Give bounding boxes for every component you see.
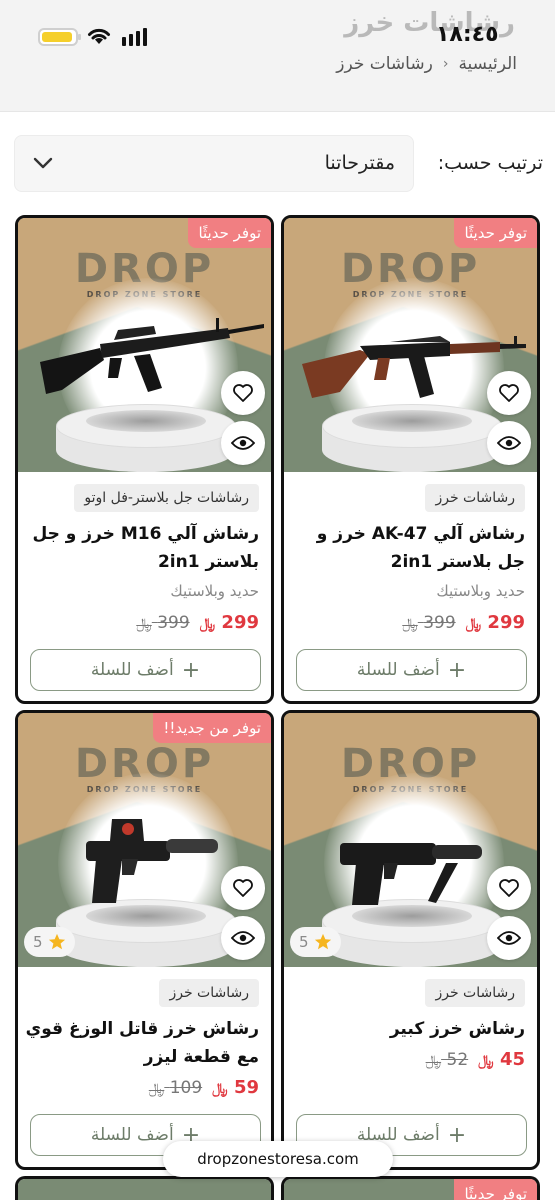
plus-icon: + [181, 657, 201, 683]
wishlist-button[interactable] [221, 866, 265, 910]
price-row: 59 ﷼ 109 ﷼ [149, 1077, 259, 1098]
wishlist-button[interactable] [221, 371, 265, 415]
star-icon [48, 933, 65, 950]
signal-icon [122, 28, 147, 46]
top-header: رشاشات خرز ١٨:٤٥ الرئيسية ‹ رشاشات خرز [0, 0, 555, 112]
current-price-value: 299 [487, 612, 525, 633]
quick-view-button[interactable] [487, 916, 531, 960]
chevron-down-icon [33, 157, 53, 169]
quick-view-button[interactable] [487, 421, 531, 465]
heart-icon [499, 879, 519, 897]
current-price-value: 59 [233, 1077, 259, 1098]
category-tag[interactable]: رشاشات خرز [159, 979, 259, 1007]
current-price: 299 ﷼ [466, 612, 525, 633]
rating-badge: 5 [24, 927, 75, 957]
product-material: حديد وبلاستيك [436, 582, 525, 600]
pistol-icon [86, 819, 218, 903]
category-tag[interactable]: رشاشات جل بلاستر-فل اوتو [74, 484, 259, 512]
current-price: 299 ﷼ [200, 612, 259, 633]
product-name[interactable]: رشاش آلي M16 خرز و جل بلاستر 2in1 [23, 520, 259, 576]
add-to-cart-button[interactable]: + أضف للسلة [30, 649, 261, 691]
price-row: 299 ﷼ 399 ﷼ [136, 612, 259, 633]
product-badge: توفر حديثًا [454, 1179, 537, 1200]
product-card[interactable]: DROP DROP ZONE STORE 5 رشاشات خرز رشاش خ… [281, 710, 540, 1170]
current-price-value: 299 [221, 612, 259, 633]
product-card[interactable]: DROP DROP ZONE STORE توفر حديثًا رشاشات … [15, 215, 274, 704]
product-image[interactable]: DROP DROP ZONE STORE توفر حديثًا [18, 218, 271, 472]
riyal-icon: ﷼ [402, 616, 418, 632]
sort-selected-value: مقترحاتنا [324, 152, 395, 174]
eye-icon [231, 436, 255, 450]
old-price-value: 52 [446, 1050, 469, 1070]
current-price: 59 ﷼ [212, 1077, 259, 1098]
rating-value: 5 [33, 933, 43, 951]
product-image[interactable]: DROP DROP ZONE STORE توفر حديثًا [284, 218, 537, 472]
old-price-value: 399 [157, 613, 190, 633]
add-to-cart-label: أضف للسلة [90, 660, 174, 680]
old-price-value: 109 [169, 1078, 203, 1098]
product-image[interactable]: DROP DROP ZONE STORE توفر من جديد!! 5 [18, 713, 271, 967]
current-price-value: 45 [499, 1049, 525, 1070]
add-to-cart-label: أضف للسلة [90, 1125, 174, 1145]
current-price: 45 ﷼ [478, 1049, 525, 1070]
rating-badge: 5 [290, 927, 341, 957]
eye-icon [231, 931, 255, 945]
wishlist-button[interactable] [487, 866, 531, 910]
rating-value: 5 [299, 933, 309, 951]
riyal-icon: ﷼ [478, 1053, 494, 1069]
riyal-icon: ﷼ [199, 616, 216, 632]
product-material: حديد وبلاستيك [170, 582, 259, 600]
product-card[interactable] [15, 1176, 274, 1200]
old-price: 399 ﷼ [402, 613, 455, 633]
quick-view-button[interactable] [221, 916, 265, 960]
product-card[interactable]: توفر حديثًا [281, 1176, 540, 1200]
pistol-icon [340, 843, 482, 905]
breadcrumb: الرئيسية ‹ رشاشات خرز [336, 54, 517, 74]
riyal-icon: ﷼ [465, 616, 482, 632]
old-price: 399 ﷼ [136, 613, 189, 633]
old-price: 109 ﷼ [149, 1078, 202, 1098]
heart-icon [499, 384, 519, 402]
eye-icon [497, 436, 521, 450]
add-to-cart-label: أضف للسلة [356, 660, 440, 680]
plus-icon: + [447, 657, 467, 683]
breadcrumb-home-link[interactable]: الرئيسية [458, 54, 517, 74]
eye-icon [497, 931, 521, 945]
riyal-icon: ﷼ [212, 1081, 228, 1097]
add-to-cart-button[interactable]: + أضف للسلة [296, 649, 527, 691]
product-name[interactable]: رشاش خرز كبير [289, 1015, 525, 1043]
riyal-icon: ﷼ [425, 1053, 442, 1069]
product-badge: توفر حديثًا [188, 218, 271, 248]
old-price-value: 399 [423, 613, 456, 633]
plus-icon: + [447, 1122, 467, 1148]
browser-url-bar[interactable]: dropzonestoresa.com [163, 1141, 393, 1177]
sort-label: ترتيب حسب: [437, 152, 543, 174]
category-tag[interactable]: رشاشات خرز [425, 979, 525, 1007]
product-image[interactable] [18, 1179, 271, 1200]
old-price: 52 ﷼ [426, 1050, 469, 1070]
riyal-icon: ﷼ [148, 1081, 165, 1097]
product-image[interactable]: DROP DROP ZONE STORE 5 [284, 713, 537, 967]
category-tag[interactable]: رشاشات خرز [425, 484, 525, 512]
price-row: 45 ﷼ 52 ﷼ [426, 1049, 525, 1070]
quick-view-button[interactable] [221, 421, 265, 465]
breadcrumb-current: رشاشات خرز [336, 54, 433, 74]
price-row: 299 ﷼ 399 ﷼ [402, 612, 525, 633]
heart-icon [233, 879, 253, 897]
sort-select[interactable]: مقترحاتنا [14, 135, 414, 192]
battery-icon [38, 28, 81, 46]
product-badge: توفر حديثًا [454, 218, 537, 248]
star-icon [314, 933, 331, 950]
wishlist-button[interactable] [487, 371, 531, 415]
status-time: ١٨:٤٥ [436, 22, 499, 47]
product-name[interactable]: رشاش خرز قاتل الوزغ قوي مع قطعة ليزر [23, 1015, 259, 1071]
product-badge: توفر من جديد!! [153, 713, 271, 743]
wifi-icon [88, 28, 110, 44]
heart-icon [233, 384, 253, 402]
riyal-icon: ﷼ [136, 616, 152, 632]
chevron-left-icon: ‹ [442, 56, 449, 72]
product-name[interactable]: رشاش آلي AK-47 خرز و جل بلاستر 2in1 [289, 520, 525, 576]
product-card[interactable]: DROP DROP ZONE STORE توفر حديثًا رشاشات … [281, 215, 540, 704]
product-card[interactable]: DROP DROP ZONE STORE توفر من جديد!! 5 رش… [15, 710, 274, 1170]
